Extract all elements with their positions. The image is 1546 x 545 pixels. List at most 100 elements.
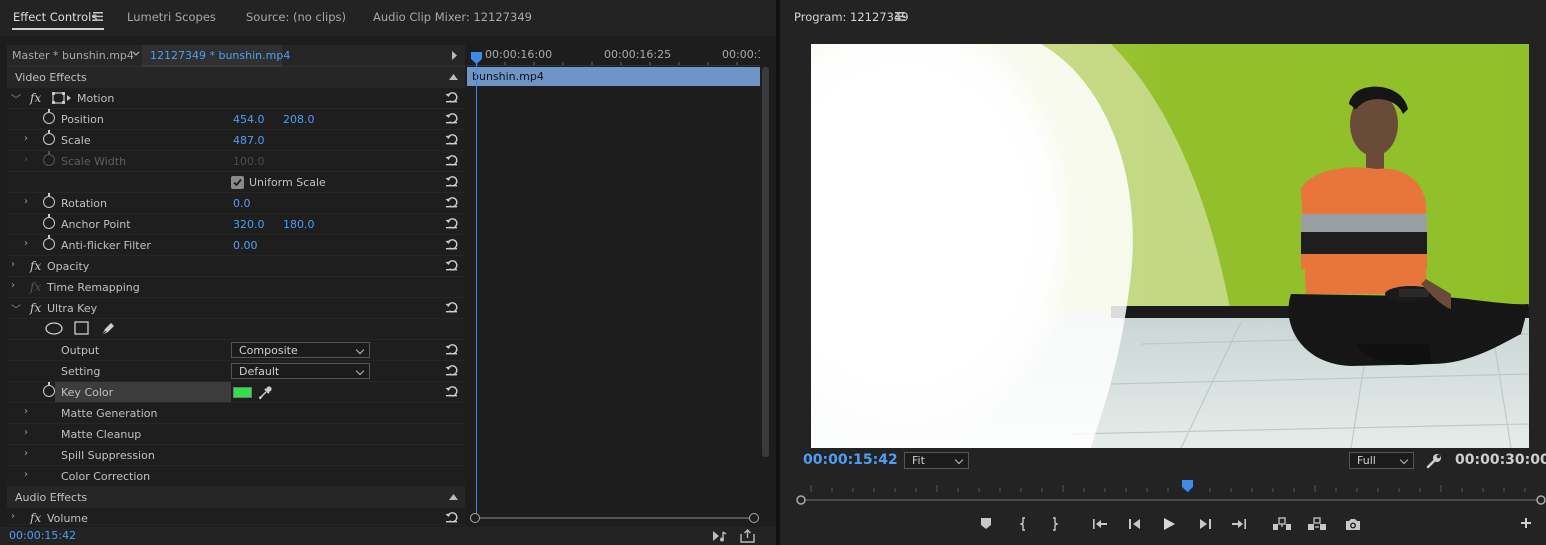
reset-icon[interactable] xyxy=(445,259,458,271)
anchor-x-value[interactable]: 320.0 xyxy=(233,218,265,231)
effect-row-time-remapping[interactable]: › fx Time Remapping xyxy=(7,277,465,298)
expanded-chevron-icon[interactable]: ﹀ xyxy=(11,91,21,106)
go-to-in-icon[interactable] xyxy=(1092,517,1108,531)
fx-icon[interactable]: fx xyxy=(30,511,41,524)
position-y-value[interactable]: 208.0 xyxy=(283,113,315,126)
group-row-matte-cleanup[interactable]: › Matte Cleanup xyxy=(7,424,465,445)
reset-icon[interactable] xyxy=(445,91,458,103)
program-title[interactable]: Program: 12127349 xyxy=(794,10,909,24)
program-playhead-icon[interactable] xyxy=(1182,480,1194,492)
effects-timeline-ruler[interactable]: 00:00:16:00 00:00:16:25 00:00:1 xyxy=(467,45,760,66)
fx-icon[interactable]: fx xyxy=(30,301,41,315)
add-marker-icon[interactable] xyxy=(980,517,992,531)
effect-row-volume[interactable]: › fx Volume xyxy=(7,508,465,525)
reset-icon[interactable] xyxy=(445,511,458,523)
group-row-color-correction[interactable]: › Color Correction xyxy=(7,466,465,487)
mark-out-icon[interactable] xyxy=(1050,517,1060,531)
collapsed-chevron-icon[interactable]: › xyxy=(24,406,28,417)
key-color-swatch[interactable] xyxy=(233,387,252,398)
current-timecode[interactable]: 00:00:15:42 xyxy=(9,529,76,542)
setting-dropdown[interactable]: Default xyxy=(231,363,370,379)
extract-icon[interactable] xyxy=(1307,517,1327,531)
effect-row-ultra-key[interactable]: ﹀ fx Ultra Key xyxy=(7,298,465,319)
reset-icon[interactable] xyxy=(445,133,458,145)
export-frame-camera-icon[interactable] xyxy=(1345,517,1361,531)
reset-icon[interactable] xyxy=(445,301,458,313)
playback-quality-dropdown[interactable]: Full xyxy=(1349,452,1414,469)
tab-lumetri-scopes[interactable]: Lumetri Scopes xyxy=(127,10,216,24)
wrench-settings-icon[interactable] xyxy=(1426,453,1442,469)
stopwatch-icon[interactable] xyxy=(43,382,55,397)
master-clip-label[interactable]: Master * bunshin.mp4 xyxy=(12,49,134,62)
vertical-scrollbar[interactable] xyxy=(762,67,769,457)
collapsed-chevron-icon[interactable]: › xyxy=(24,448,28,459)
program-video-frame[interactable] xyxy=(811,44,1529,448)
motion-transform-icon[interactable] xyxy=(52,92,72,105)
sequence-clip-label[interactable]: 12127349 * bunshin.mp4 xyxy=(150,49,290,62)
tab-audio-clip-mixer[interactable]: Audio Clip Mixer: 12127349 xyxy=(373,10,532,24)
go-to-out-icon[interactable] xyxy=(1231,517,1247,531)
clip-bar[interactable]: bunshin.mp4 xyxy=(467,67,760,86)
program-time-ruler[interactable] xyxy=(796,480,1546,506)
fx-icon[interactable]: fx xyxy=(30,91,41,105)
step-forward-icon[interactable] xyxy=(1198,517,1212,531)
reset-icon[interactable] xyxy=(445,343,458,355)
reset-icon[interactable] xyxy=(445,385,458,397)
reset-icon[interactable] xyxy=(445,112,458,124)
collapse-up-icon[interactable] xyxy=(449,494,458,500)
collapsed-chevron-icon[interactable]: › xyxy=(24,469,28,480)
panel-menu-icon[interactable] xyxy=(895,12,905,21)
ellipse-mask-icon[interactable] xyxy=(45,322,63,335)
playhead-marker-icon[interactable] xyxy=(471,52,483,64)
reset-icon[interactable] xyxy=(445,154,458,166)
program-playhead-timecode[interactable]: 00:00:15:42 xyxy=(803,452,898,468)
collapsed-chevron-icon[interactable]: › xyxy=(24,133,28,144)
button-editor-plus-icon[interactable] xyxy=(1520,517,1532,529)
group-row-spill-suppression[interactable]: › Spill Suppression xyxy=(7,445,465,466)
output-dropdown[interactable]: Composite xyxy=(231,342,370,358)
stopwatch-icon[interactable] xyxy=(43,109,55,124)
rectangle-mask-icon[interactable] xyxy=(74,321,89,335)
stopwatch-icon[interactable] xyxy=(43,193,55,208)
stopwatch-icon[interactable] xyxy=(43,214,55,229)
reset-icon[interactable] xyxy=(445,196,458,208)
collapsed-chevron-icon[interactable]: › xyxy=(24,196,28,207)
reset-icon[interactable] xyxy=(445,175,458,187)
tab-effect-controls[interactable]: Effect Controls xyxy=(13,10,97,24)
rotation-value[interactable]: 0.0 xyxy=(233,197,251,210)
show-timeline-arrow-icon[interactable] xyxy=(451,51,458,60)
collapsed-chevron-icon[interactable]: › xyxy=(24,427,28,438)
collapsed-chevron-icon[interactable]: › xyxy=(11,511,15,522)
anti-flicker-value[interactable]: 0.00 xyxy=(233,239,258,252)
play-icon[interactable] xyxy=(1163,517,1176,531)
horizontal-zoom-scrollbar[interactable] xyxy=(470,513,759,523)
audio-loop-icon[interactable] xyxy=(712,529,728,543)
step-back-icon[interactable] xyxy=(1128,517,1142,531)
panel-menu-icon[interactable] xyxy=(93,12,103,21)
clip-dropdown-chevron-icon[interactable] xyxy=(132,50,140,58)
lift-icon[interactable] xyxy=(1272,517,1292,531)
uniform-scale-checkbox[interactable] xyxy=(231,176,244,189)
mark-in-icon[interactable] xyxy=(1018,517,1028,531)
reset-icon[interactable] xyxy=(445,217,458,229)
scrollbar-left-handle[interactable] xyxy=(470,513,480,523)
anchor-y-value[interactable]: 180.0 xyxy=(283,218,315,231)
position-x-value[interactable]: 454.0 xyxy=(233,113,265,126)
stopwatch-icon[interactable] xyxy=(43,235,55,250)
reset-icon[interactable] xyxy=(445,364,458,376)
reset-icon[interactable] xyxy=(445,238,458,250)
scrollbar-right-handle[interactable] xyxy=(749,513,759,523)
fx-icon[interactable]: fx xyxy=(30,259,41,273)
expanded-chevron-icon[interactable]: ﹀ xyxy=(11,301,21,316)
pen-mask-icon[interactable] xyxy=(100,321,116,336)
eyedropper-icon[interactable] xyxy=(258,385,272,400)
zoom-fit-dropdown[interactable]: Fit xyxy=(904,452,969,469)
effect-row-opacity[interactable]: › fx Opacity xyxy=(7,256,465,277)
export-frame-icon[interactable] xyxy=(740,528,755,543)
tab-source[interactable]: Source: (no clips) xyxy=(246,10,346,24)
stopwatch-icon[interactable] xyxy=(43,130,55,145)
collapsed-chevron-icon[interactable]: › xyxy=(24,238,28,249)
collapsed-chevron-icon[interactable]: › xyxy=(11,280,15,291)
collapsed-chevron-icon[interactable]: › xyxy=(11,259,15,270)
group-row-matte-generation[interactable]: › Matte Generation xyxy=(7,403,465,424)
